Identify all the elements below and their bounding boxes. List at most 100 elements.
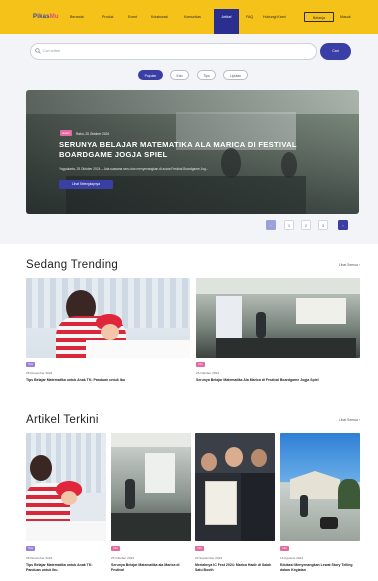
search-icon — [35, 48, 41, 54]
latest-card-4-date: 15 Agustus 2024 — [280, 556, 304, 560]
scene-house — [290, 471, 340, 499]
search-placeholder: Cari artikel — [43, 49, 61, 53]
pagination-page-label: 3 — [322, 223, 324, 228]
scene-crowd — [216, 338, 356, 358]
trending-card-1-tag: Tips — [26, 362, 35, 367]
latest-card-1-image[interactable] — [26, 433, 106, 541]
logo-text-a: Pikas — [33, 14, 50, 20]
brand-logo[interactable]: PikasMu — [33, 14, 59, 20]
filter-chip-edu[interactable]: Edu — [170, 70, 189, 80]
scene-face — [201, 453, 217, 471]
nav-link-kolaborasi[interactable]: Kolaborasi — [151, 15, 168, 19]
latest-card-1-title[interactable]: Tips Belajar Matematika untuk Anak TK: P… — [26, 563, 108, 573]
tag-label: Info — [113, 547, 118, 551]
latest-card-2-tag: Info — [111, 546, 120, 551]
latest-card-3-date: 20 September 2024 — [195, 556, 223, 560]
filter-chip-tips[interactable]: Tips — [197, 70, 216, 80]
scene-person — [256, 312, 266, 338]
search-button-label: Cari — [332, 49, 339, 53]
pagination-page-label: 1 — [288, 223, 290, 228]
pagination-prev-button[interactable]: ‹ — [266, 220, 276, 230]
scene-person-hair — [30, 455, 52, 481]
search-button[interactable]: Cari — [320, 43, 351, 60]
scene-tree — [338, 479, 360, 509]
featured-read-more-button[interactable]: Lihat Selengkapnya — [59, 180, 113, 189]
scene-poster — [205, 481, 237, 525]
trending-card-2-image[interactable] — [196, 278, 360, 358]
scene-child-face — [61, 491, 77, 505]
latest-see-all-link[interactable]: Lihat Semua › — [339, 418, 360, 422]
filter-chip-label: Tips — [203, 73, 210, 78]
featured-date: Rabu, 25 Oktober 2024 — [76, 131, 110, 136]
filter-chip-label: Edu — [176, 73, 183, 78]
chevron-right-icon: › — [342, 223, 344, 228]
scene-face — [251, 449, 267, 467]
chevron-left-icon: ‹ — [270, 223, 272, 228]
nav-link-artikel[interactable]: Artikel — [214, 9, 239, 34]
trending-card-1-title[interactable]: Tips Belajar Matematika untuk Anak TK: P… — [26, 378, 190, 383]
scene-face — [225, 447, 243, 467]
filter-chip-populer[interactable]: Populer — [138, 70, 163, 80]
tag-label: Info — [282, 547, 287, 551]
search-input[interactable] — [30, 43, 317, 60]
trending-card-2-title[interactable]: Serunya Belajar Matematika Ala Marica di… — [196, 378, 360, 383]
trending-section-title: Sedang Trending — [26, 259, 119, 271]
filter-chip-label: Populer — [144, 73, 157, 78]
scene-table — [26, 521, 106, 541]
latest-card-1-tag: Tips — [26, 546, 35, 551]
pagination-page-label: 2 — [305, 223, 307, 228]
scene-bag — [320, 517, 338, 529]
nav-link-event[interactable]: Event — [128, 15, 137, 19]
scene-child-face — [101, 324, 119, 340]
trending-card-2-date: 25 Oktober 2024 — [196, 371, 220, 375]
nav-belanja-button[interactable]: Belanja — [304, 12, 334, 22]
scene-window — [296, 298, 346, 324]
nav-link-masuk[interactable]: Masuk — [340, 15, 351, 19]
latest-section-title: Artikel Terkini — [26, 414, 99, 426]
featured-category-label: Event — [62, 131, 70, 136]
nav-link-faq[interactable]: FAQ — [246, 15, 253, 19]
nav-link-artikel-label: Artikel — [221, 15, 232, 19]
nav-link-beranda[interactable]: Beranda — [70, 15, 84, 19]
scene-table — [86, 340, 190, 358]
featured-title[interactable]: SERUNYA BELAJAR MATEMATIKA ALA MARICA DI… — [59, 140, 319, 160]
latest-card-4-title[interactable]: Edukasi Menyenangkan Lewat Story Telling… — [280, 563, 360, 573]
latest-card-4-tag: Info — [280, 546, 289, 551]
scene-ceiling — [111, 433, 191, 447]
featured-description: Yogyakarta, 25 Oktober 2024 – Ada suasan… — [59, 167, 209, 171]
latest-card-3-title[interactable]: Meriahnya IC Fest 2024: Marica Hadir di … — [195, 563, 277, 573]
latest-card-4-image[interactable] — [280, 433, 360, 541]
latest-card-1-date: 05 Desember 2024 — [26, 556, 53, 560]
pagination-page-3[interactable]: 3 — [318, 220, 328, 230]
nav-belanja-label: Belanja — [313, 15, 325, 20]
latest-card-2-title[interactable]: Serunya Belajar Matematika ala Marica di… — [111, 563, 193, 573]
scene-banner — [145, 453, 175, 493]
filter-chip-label: Liputan — [229, 73, 242, 78]
tag-label: Info — [198, 363, 203, 367]
top-navbar: PikasMu Beranda Produk Event Kolaborasi … — [0, 0, 378, 34]
featured-category-badge: Event — [60, 130, 72, 136]
tag-label: Tips — [28, 363, 33, 367]
scene-jacket — [241, 473, 275, 541]
logo-text-b: Mu — [49, 14, 59, 20]
pagination-page-2[interactable]: 2 — [301, 220, 311, 230]
filter-chip-liputan[interactable]: Liputan — [223, 70, 248, 80]
featured-read-more-label: Lihat Selengkapnya — [71, 182, 100, 187]
scene-crowd — [111, 513, 191, 541]
nav-link-komunitas[interactable]: Komunitas — [184, 15, 201, 19]
pagination-next-button[interactable]: › — [338, 220, 348, 230]
scene-person — [300, 495, 308, 517]
trending-card-1-image[interactable] — [26, 278, 190, 358]
nav-link-hubungi[interactable]: Hubungi Kami — [263, 15, 286, 19]
latest-card-2-image[interactable] — [111, 433, 191, 541]
trending-see-all-link[interactable]: Lihat Semua › — [339, 263, 360, 267]
scene-banner — [216, 296, 242, 340]
pagination-page-1[interactable]: 1 — [284, 220, 294, 230]
nav-link-produk[interactable]: Produk — [102, 15, 113, 19]
scene-ceiling — [196, 278, 360, 294]
trending-card-2-tag: Info — [196, 362, 205, 367]
tag-label: Tips — [28, 547, 33, 551]
latest-card-3-image[interactable] — [195, 433, 275, 541]
latest-card-2-date: 25 Oktober 2024 — [111, 556, 135, 560]
tag-label: Info — [197, 547, 202, 551]
